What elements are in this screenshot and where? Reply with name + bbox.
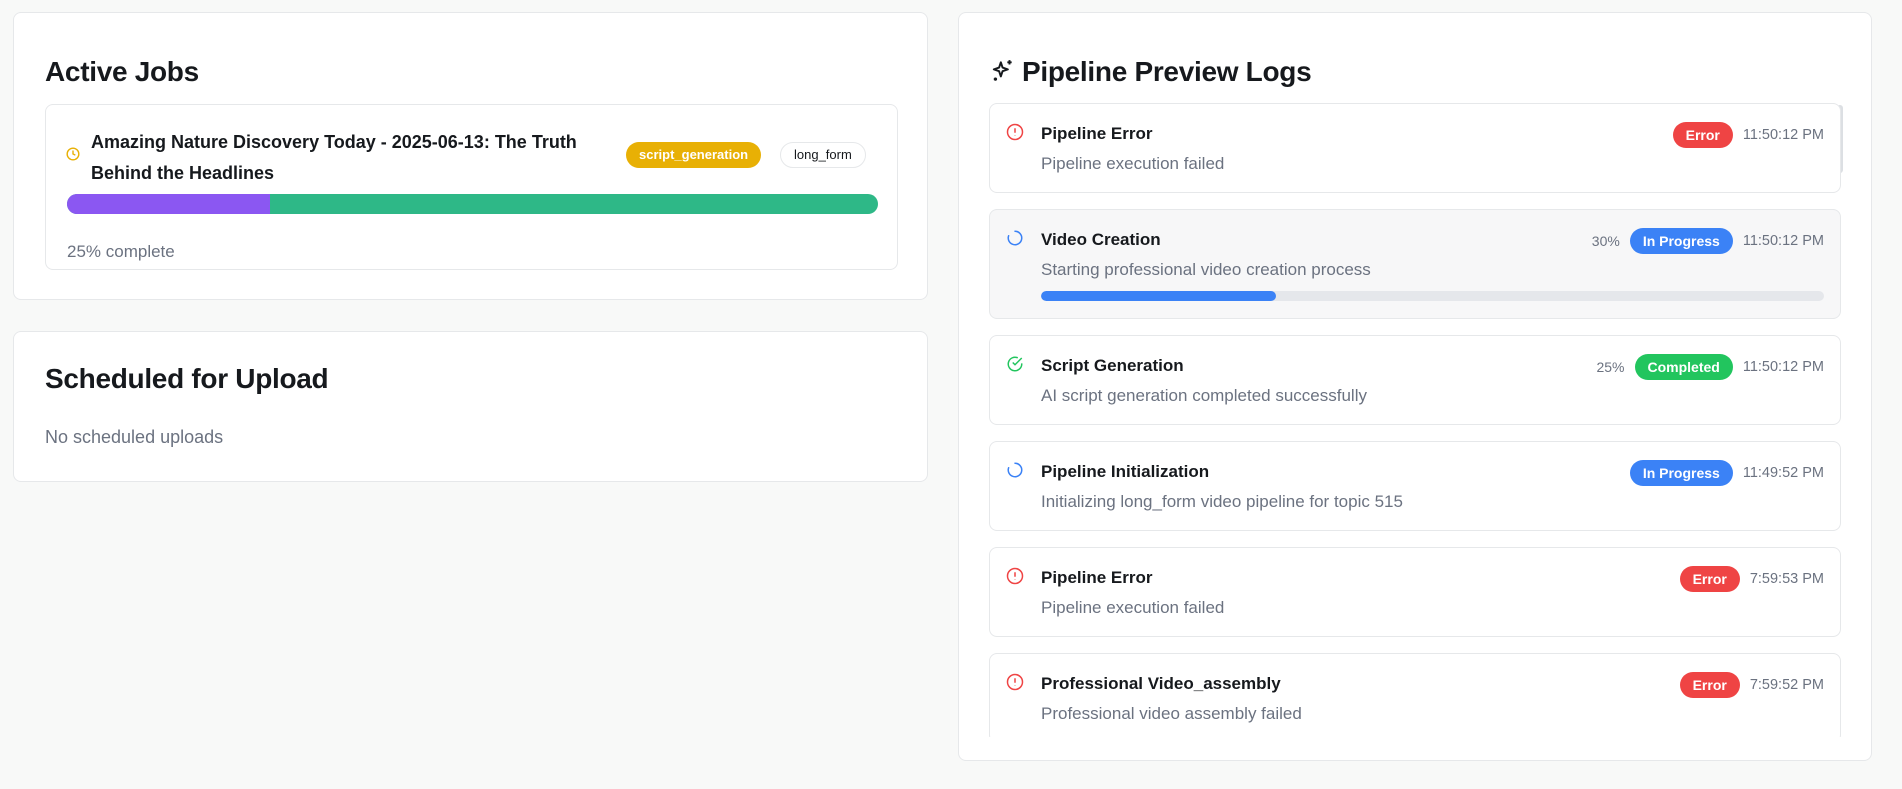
active-jobs-card: Active Jobs Amazing Nature Discovery Tod… [13, 12, 928, 300]
log-list[interactable]: Pipeline Error Pipeline execution failed… [989, 103, 1845, 737]
pipeline-logs-title: Pipeline Preview Logs [1022, 56, 1312, 87]
log-item[interactable]: Professional Video_assembly Professional… [989, 653, 1841, 737]
alert-circle-icon [1006, 123, 1024, 141]
job-progress-label: 25% complete [67, 242, 175, 261]
log-item[interactable]: Script Generation AI script generation c… [989, 335, 1841, 425]
pipeline-logs-card: Pipeline Preview Logs Pipeline Error Pip… [958, 12, 1872, 761]
log-timestamp: 11:49:52 PM [1742, 464, 1824, 481]
log-description: Professional video assembly failed [1041, 704, 1302, 723]
log-description: Initializing long_form video pipeline fo… [1041, 492, 1403, 511]
scheduled-empty-text: No scheduled uploads [45, 427, 224, 447]
active-jobs-title: Active Jobs [45, 56, 199, 87]
sparkles-icon [992, 60, 1012, 81]
log-description: Pipeline execution failed [1041, 598, 1225, 617]
log-timestamp: 7:59:53 PM [1749, 570, 1824, 587]
job-card[interactable]: Amazing Nature Discovery Today - 2025-06… [45, 104, 898, 270]
log-status-badge: In Progress [1629, 227, 1733, 254]
log-status-badge: Error [1679, 671, 1740, 698]
alert-circle-icon [1006, 567, 1024, 585]
log-timestamp: 11:50:12 PM [1742, 126, 1824, 143]
spinner-icon [1006, 229, 1024, 247]
clock-icon [66, 147, 80, 161]
log-status-badge: Error [1672, 121, 1733, 148]
log-timestamp: 11:50:12 PM [1742, 232, 1824, 249]
log-item[interactable]: Video Creation Starting professional vid… [989, 209, 1841, 319]
alert-circle-icon [1006, 673, 1024, 691]
log-status-badge: In Progress [1629, 459, 1733, 486]
check-circle-icon [1006, 355, 1024, 373]
log-item[interactable]: Pipeline Error Pipeline execution failed… [989, 547, 1841, 637]
log-percent: 25% [1596, 358, 1625, 375]
job-progress-bar [67, 194, 878, 214]
job-title: Amazing Nature Discovery Today - 2025-06… [91, 132, 577, 183]
job-type-badge: long_form [780, 142, 866, 168]
log-status-badge: Error [1679, 565, 1740, 592]
log-percent: 30% [1591, 232, 1620, 249]
log-item[interactable]: Pipeline Error Pipeline execution failed… [989, 103, 1841, 193]
log-description: AI script generation completed successfu… [1041, 386, 1367, 405]
scheduled-upload-card: Scheduled for Upload No scheduled upload… [13, 331, 928, 482]
scheduled-title: Scheduled for Upload [45, 363, 329, 394]
job-stage-badge: script_generation [626, 142, 762, 168]
spinner-icon [1006, 461, 1024, 479]
job-progress-fill [67, 194, 270, 214]
log-item[interactable]: Pipeline Initialization Initializing lon… [989, 441, 1841, 531]
log-progress-fill [1041, 291, 1276, 301]
log-description: Starting professional video creation pro… [1041, 260, 1371, 279]
log-timestamp: 7:59:52 PM [1749, 676, 1824, 693]
log-description: Pipeline execution failed [1041, 154, 1225, 173]
log-progress-bar [1041, 291, 1824, 301]
log-timestamp: 11:50:12 PM [1742, 358, 1824, 375]
log-status-badge: Completed [1634, 353, 1733, 380]
